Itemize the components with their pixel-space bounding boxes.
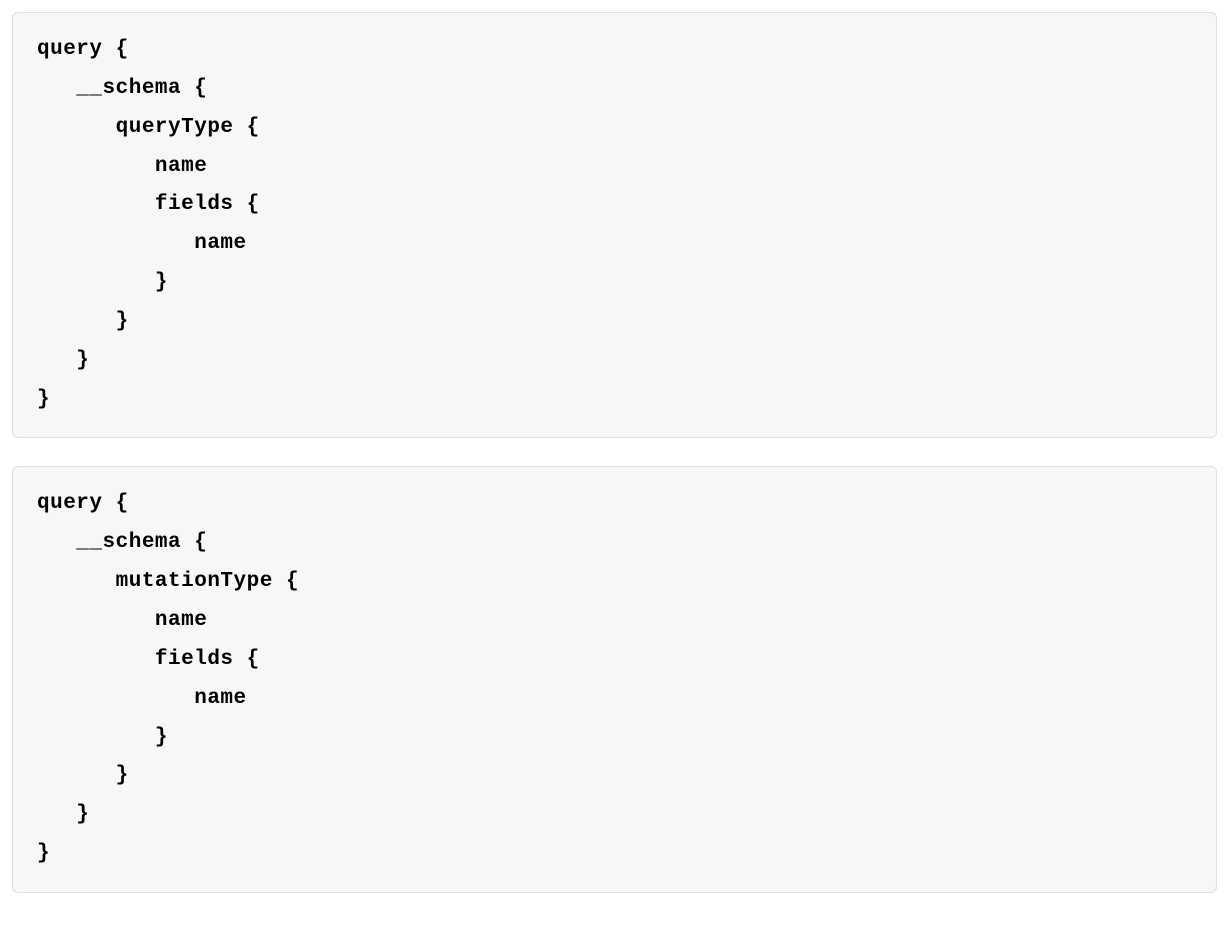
code-content: query { __schema { queryType { name fiel… — [37, 31, 1192, 419]
code-block-mutation-type: query { __schema { mutationType { name f… — [12, 466, 1217, 892]
code-content: query { __schema { mutationType { name f… — [37, 485, 1192, 873]
code-block-query-type: query { __schema { queryType { name fiel… — [12, 12, 1217, 438]
